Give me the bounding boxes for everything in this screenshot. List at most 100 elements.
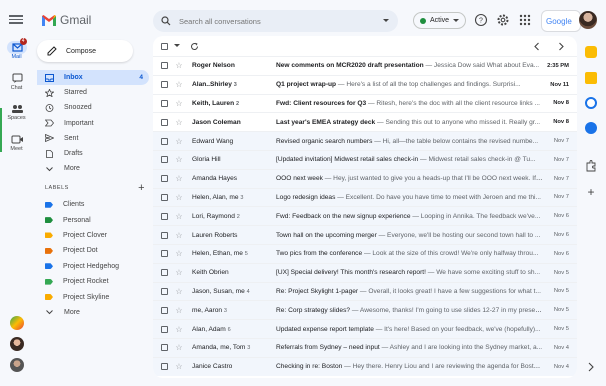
row-checkbox[interactable] [161,118,168,126]
label-item-project-hedgehog[interactable]: Project Hedgehog [37,259,149,274]
chevron-right-icon[interactable] [585,361,597,373]
label-item-project-rocket[interactable]: Project Rocket [37,274,149,289]
chevron-down-icon[interactable] [174,44,180,48]
email-row[interactable]: ☆ Gloria Hill [Updated invitation] Midwes… [153,149,577,169]
contact-avatar[interactable] [10,358,24,372]
rail-item-meet[interactable]: Meet [0,133,33,152]
nav-item-drafts[interactable]: Drafts [37,146,149,161]
search-input[interactable] [179,16,374,26]
compose-button[interactable]: Compose [37,40,133,62]
star-icon[interactable]: ☆ [174,249,184,258]
help-icon[interactable]: ? [474,13,488,27]
select-all-checkbox[interactable] [161,42,168,50]
search-bar[interactable] [153,10,398,32]
label-item-personal[interactable]: Personal [37,212,149,227]
email-row[interactable]: ☆ Helen, Ethan, me 5 Two pics from the con… [153,243,577,263]
star-icon[interactable]: ☆ [174,231,184,240]
rail-item-mail[interactable]: 4 Mail [0,38,33,60]
email-row[interactable]: ☆ Roger Nelson New comments on MCR2020 dr… [153,56,577,75]
chevron-left-icon[interactable] [533,42,541,51]
calendar-icon[interactable] [585,46,597,58]
star-icon[interactable]: ☆ [174,325,184,334]
contacts-icon[interactable] [585,122,597,134]
nav-item-snoozed[interactable]: Snoozed [37,100,149,115]
email-row[interactable]: ☆ Amanda, me, Tom 3 Referrals from Sydney … [153,337,577,357]
search-options-icon[interactable] [382,18,390,24]
scrollbar[interactable] [0,108,2,152]
star-icon[interactable]: ☆ [174,287,184,296]
nav-item-important[interactable]: Important [37,116,149,131]
email-row[interactable]: ☆ Keith, Lauren 2 Fwd: Client resources fo… [153,93,577,113]
star-icon[interactable]: ☆ [174,306,184,315]
keep-icon[interactable] [585,72,597,84]
star-icon[interactable]: ☆ [174,118,184,127]
email-row[interactable]: ☆ Lauren Roberts Town hall on the upcomin… [153,225,577,244]
row-checkbox[interactable] [161,137,168,145]
email-row[interactable]: ☆ Jason Coleman Last year's EMEA strategy… [153,112,577,132]
star-icon[interactable]: ☆ [174,343,184,352]
settings-icon[interactable] [496,13,510,27]
email-row[interactable]: ☆ Keith Obrien [UX] Special delivery! Thi… [153,262,577,282]
status-app-icon[interactable] [10,316,24,330]
row-checkbox[interactable] [161,99,168,107]
rail-item-spaces[interactable]: Spaces [0,102,33,121]
email-row[interactable]: ☆ Alan..Shirley 3 Q1 project wrap-up — Her… [153,74,577,94]
nav-item-sent[interactable]: Sent [37,131,149,146]
star-icon[interactable]: ☆ [174,61,184,70]
main-menu-icon[interactable] [9,13,23,25]
star-icon[interactable]: ☆ [174,362,184,371]
star-icon[interactable]: ☆ [174,99,184,108]
star-icon[interactable]: ☆ [174,212,184,221]
row-checkbox[interactable] [161,269,168,277]
email-row[interactable]: ☆ Edward Wang Revised organic search numb… [153,131,577,150]
star-icon[interactable]: ☆ [174,268,184,277]
email-row[interactable]: ☆ Helen, Alan, me 3 Logo redesign ideas — … [153,187,577,207]
row-checkbox[interactable] [161,156,168,164]
row-checkbox[interactable] [161,62,168,70]
refresh-icon[interactable] [190,42,199,51]
contact-avatar[interactable] [10,337,24,351]
add-label-icon[interactable]: + [138,182,145,194]
row-checkbox[interactable] [161,212,168,220]
search-icon[interactable] [161,16,171,26]
rail-item-chat[interactable]: Chat [0,72,33,91]
apps-grid-icon[interactable] [518,13,532,27]
email-row[interactable]: ☆ Lori, Raymond 2 Fwd: Feedback on the new… [153,206,577,226]
row-checkbox[interactable] [161,363,168,371]
row-checkbox[interactable] [161,175,168,183]
star-icon[interactable]: ☆ [174,155,184,164]
gmail-logo[interactable]: Gmail [42,13,91,27]
star-icon[interactable]: ☆ [174,137,184,146]
star-icon[interactable]: ☆ [174,174,184,183]
row-checkbox[interactable] [161,287,168,295]
addon-puzzle-icon[interactable] [585,160,597,172]
row-checkbox[interactable] [161,81,168,89]
chevron-right-icon[interactable] [557,42,565,51]
row-checkbox[interactable] [161,193,168,201]
email-row[interactable]: ☆ Alan, Adam 6 Updated expense report temp… [153,319,577,338]
label-item-clients[interactable]: Clients [37,197,149,212]
nav-item-inbox[interactable]: Inbox 4 [37,70,149,86]
row-checkbox[interactable] [161,250,168,258]
email-row[interactable]: ☆ Janice Castro Checking in re: Boston — … [153,356,577,376]
google-account-brand[interactable]: Google [541,10,581,32]
labels-more[interactable]: More [37,305,149,320]
email-row[interactable]: ☆ me, Aaron 3 Re: Corp strategy slides? — … [153,300,577,320]
email-row[interactable]: ☆ Amanda Hayes OOO next week — Hey, just … [153,168,577,188]
email-row[interactable]: ☆ Jason, Susan, me 4 Re: Project Skylight … [153,281,577,301]
status-selector[interactable]: Active [413,12,467,29]
nav-item-starred[interactable]: Starred [37,85,149,100]
label-item-project-clover[interactable]: Project Clover [37,228,149,243]
nav-item-more[interactable]: More [37,161,149,176]
row-checkbox[interactable] [161,306,168,314]
add-addon-icon[interactable]: + [585,186,597,198]
label-item-project-skyline[interactable]: Project Skyline [37,289,149,304]
account-avatar[interactable] [579,11,597,29]
row-checkbox[interactable] [161,231,168,239]
row-checkbox[interactable] [161,344,168,352]
tasks-icon[interactable] [585,97,597,109]
label-item-project-dot[interactable]: Project Dot [37,243,149,258]
star-icon[interactable]: ☆ [174,193,184,202]
row-checkbox[interactable] [161,325,168,333]
star-icon[interactable]: ☆ [174,80,184,89]
